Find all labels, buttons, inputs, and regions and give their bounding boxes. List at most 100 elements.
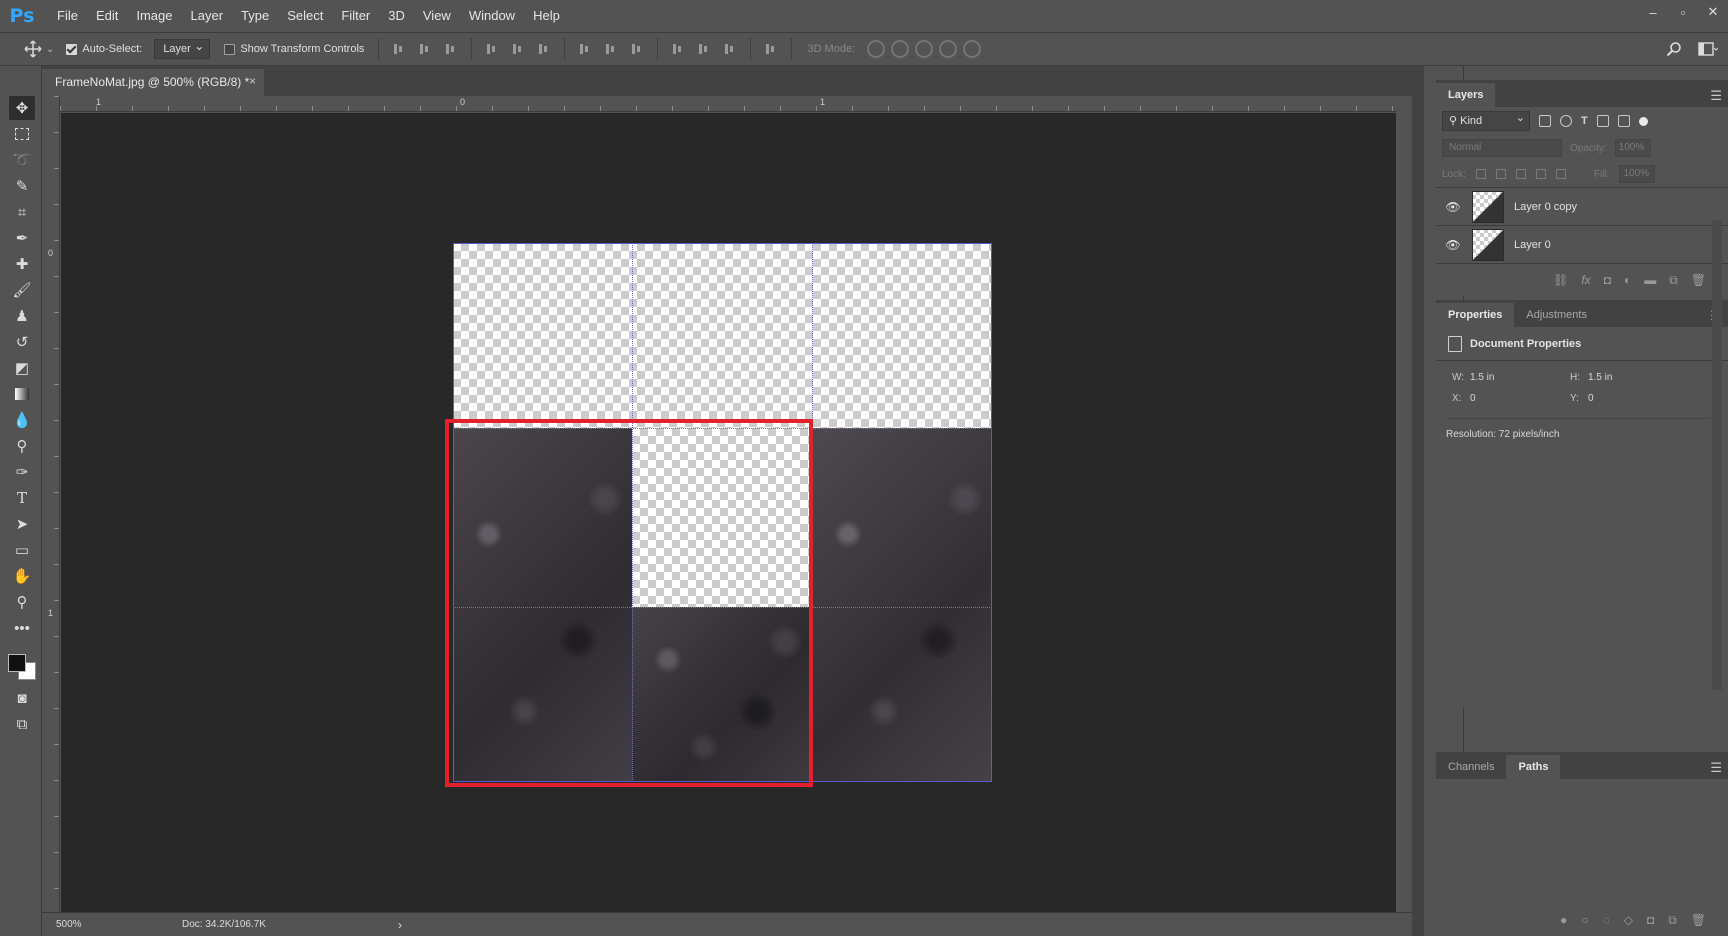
zoom-tool-icon[interactable]: ⚲	[9, 590, 35, 614]
auto-align-layers-icon[interactable]	[764, 42, 778, 56]
3d-pan-icon[interactable]	[915, 40, 934, 58]
tab-adjustments[interactable]: Adjustments	[1514, 303, 1599, 327]
horizontal-ruler[interactable]: 1 0 1	[60, 96, 1396, 112]
tab-paths[interactable]: Paths	[1506, 755, 1561, 779]
show-transform-controls-checkbox[interactable]: Show Transform Controls	[224, 43, 364, 55]
fill-field[interactable]: 100%	[1619, 165, 1656, 183]
align-right-icon[interactable]	[537, 42, 551, 56]
distribute-right-icon[interactable]	[723, 42, 737, 56]
vertical-ruler[interactable]: 0 1	[42, 96, 60, 912]
lock-image-icon[interactable]	[1495, 169, 1506, 179]
workspace-icon[interactable]	[1698, 41, 1718, 57]
dodge-tool-icon[interactable]: ⚲	[9, 434, 35, 458]
visibility-eye-icon[interactable]: 👁	[1444, 238, 1462, 252]
width-field[interactable]: W: 1.5 in	[1452, 372, 1570, 383]
type-tool-icon[interactable]: T	[9, 486, 35, 510]
path-select-tool-icon[interactable]: ➤	[9, 512, 35, 536]
tab-properties[interactable]: Properties	[1436, 303, 1515, 327]
distribute-vertical-center-icon[interactable]	[604, 42, 618, 56]
new-path-icon[interactable]: ⧉	[1668, 913, 1677, 928]
3d-scale-icon[interactable]	[963, 40, 982, 58]
layer-row[interactable]: 👁 Layer 0	[1436, 226, 1728, 264]
menu-image[interactable]: Image	[127, 0, 181, 32]
3d-orbit-icon[interactable]	[867, 40, 886, 58]
opacity-field[interactable]: 100%	[1614, 139, 1651, 157]
lock-all-icon[interactable]	[1555, 169, 1566, 179]
tool-preset-picker[interactable]: ⌄	[24, 40, 54, 58]
layer-style-icon[interactable]: fx	[1581, 273, 1590, 287]
align-top-icon[interactable]	[392, 42, 406, 56]
height-field[interactable]: H: 1.5 in	[1570, 372, 1690, 383]
panel-menu-icon[interactable]: ☰	[1710, 88, 1722, 104]
quick-mask-icon[interactable]: ◙	[9, 686, 35, 710]
document-tab[interactable]: FrameNoMat.jpg @ 500% (RGB/8) * ×	[42, 69, 264, 96]
panel-menu-icon[interactable]: ☰	[1710, 760, 1722, 776]
link-layers-icon[interactable]: ⛓	[1553, 273, 1568, 287]
x-field[interactable]: X: 0	[1452, 393, 1570, 404]
minimize-button[interactable]: –	[1638, 0, 1668, 24]
blend-mode-dropdown[interactable]: Normal	[1442, 139, 1562, 157]
menu-select[interactable]: Select	[278, 0, 332, 32]
healing-brush-tool-icon[interactable]: ✚	[9, 252, 35, 276]
align-vertical-center-icon[interactable]	[418, 42, 432, 56]
add-mask-icon[interactable]: ◘	[1604, 273, 1611, 287]
menu-filter[interactable]: Filter	[332, 0, 379, 32]
distribute-left-icon[interactable]	[671, 42, 685, 56]
lock-transparent-icon[interactable]	[1475, 169, 1486, 179]
zoom-level[interactable]: 500%	[42, 919, 112, 930]
foreground-color-swatch[interactable]	[8, 654, 26, 672]
auto-select-checkbox[interactable]: Auto-Select:	[66, 43, 142, 55]
menu-3d[interactable]: 3D	[379, 0, 414, 32]
menu-help[interactable]: Help	[524, 0, 569, 32]
canvas-vertical-scrollbar[interactable]	[1396, 96, 1412, 912]
lock-artboard-icon[interactable]	[1535, 169, 1546, 179]
menu-layer[interactable]: Layer	[182, 0, 233, 32]
lock-position-icon[interactable]	[1515, 169, 1526, 179]
blur-tool-icon[interactable]: 💧	[9, 408, 35, 432]
delete-path-icon[interactable]: 🗑	[1691, 913, 1706, 928]
hand-tool-icon[interactable]: ✋	[9, 564, 35, 588]
menu-file[interactable]: File	[48, 0, 87, 32]
distribute-bottom-icon[interactable]	[630, 42, 644, 56]
fill-path-icon[interactable]: ●	[1560, 913, 1567, 928]
eraser-tool-icon[interactable]: ◩	[9, 356, 35, 380]
distribute-horizontal-center-icon[interactable]	[697, 42, 711, 56]
dock-collapse-strip[interactable]	[1412, 66, 1424, 936]
brush-tool-icon[interactable]: 🖌	[9, 278, 35, 302]
filter-toggle-icon[interactable]	[1638, 116, 1648, 126]
add-mask-icon[interactable]: ◘	[1647, 913, 1654, 928]
align-bottom-icon[interactable]	[444, 42, 458, 56]
distribute-top-icon[interactable]	[578, 42, 592, 56]
quick-select-tool-icon[interactable]: ✎	[9, 174, 35, 198]
more-tools-icon[interactable]: •••	[9, 616, 35, 640]
panel-scrollbar[interactable]	[1712, 220, 1722, 690]
make-work-path-icon[interactable]: ◇	[1624, 913, 1633, 928]
filter-adjustment-icon[interactable]	[1560, 115, 1572, 127]
eyedropper-tool-icon[interactable]: ✒	[9, 226, 35, 250]
document-image[interactable]	[453, 243, 992, 782]
marquee-tool-icon[interactable]	[9, 122, 35, 146]
history-brush-tool-icon[interactable]: ↺	[9, 330, 35, 354]
screen-mode-icon[interactable]: ⧉	[9, 712, 35, 736]
pen-tool-icon[interactable]: ✑	[9, 460, 35, 484]
gradient-tool-icon[interactable]	[9, 382, 35, 406]
filter-shape-icon[interactable]	[1596, 115, 1609, 127]
tab-layers[interactable]: Layers	[1436, 83, 1496, 107]
menu-window[interactable]: Window	[460, 0, 524, 32]
canvas-area[interactable]	[61, 113, 1396, 912]
y-field[interactable]: Y: 0	[1570, 393, 1690, 404]
search-icon[interactable]	[1666, 41, 1682, 57]
status-menu-arrow-icon[interactable]: ›	[398, 918, 402, 932]
align-left-icon[interactable]	[485, 42, 499, 56]
restore-button[interactable]: ▫	[1668, 0, 1698, 24]
menu-edit[interactable]: Edit	[87, 0, 127, 32]
layer-row[interactable]: 👁 Layer 0 copy	[1436, 188, 1728, 226]
align-horizontal-center-icon[interactable]	[511, 42, 525, 56]
filter-pixel-icon[interactable]	[1539, 115, 1551, 127]
crop-tool-icon[interactable]: ⌗	[9, 200, 35, 224]
tab-channels[interactable]: Channels	[1436, 755, 1506, 779]
stroke-path-icon[interactable]: ○	[1581, 913, 1588, 928]
3d-slide-icon[interactable]	[939, 40, 958, 58]
rectangle-tool-icon[interactable]: ▭	[9, 538, 35, 562]
auto-select-target-dropdown[interactable]: Layer	[154, 37, 211, 59]
